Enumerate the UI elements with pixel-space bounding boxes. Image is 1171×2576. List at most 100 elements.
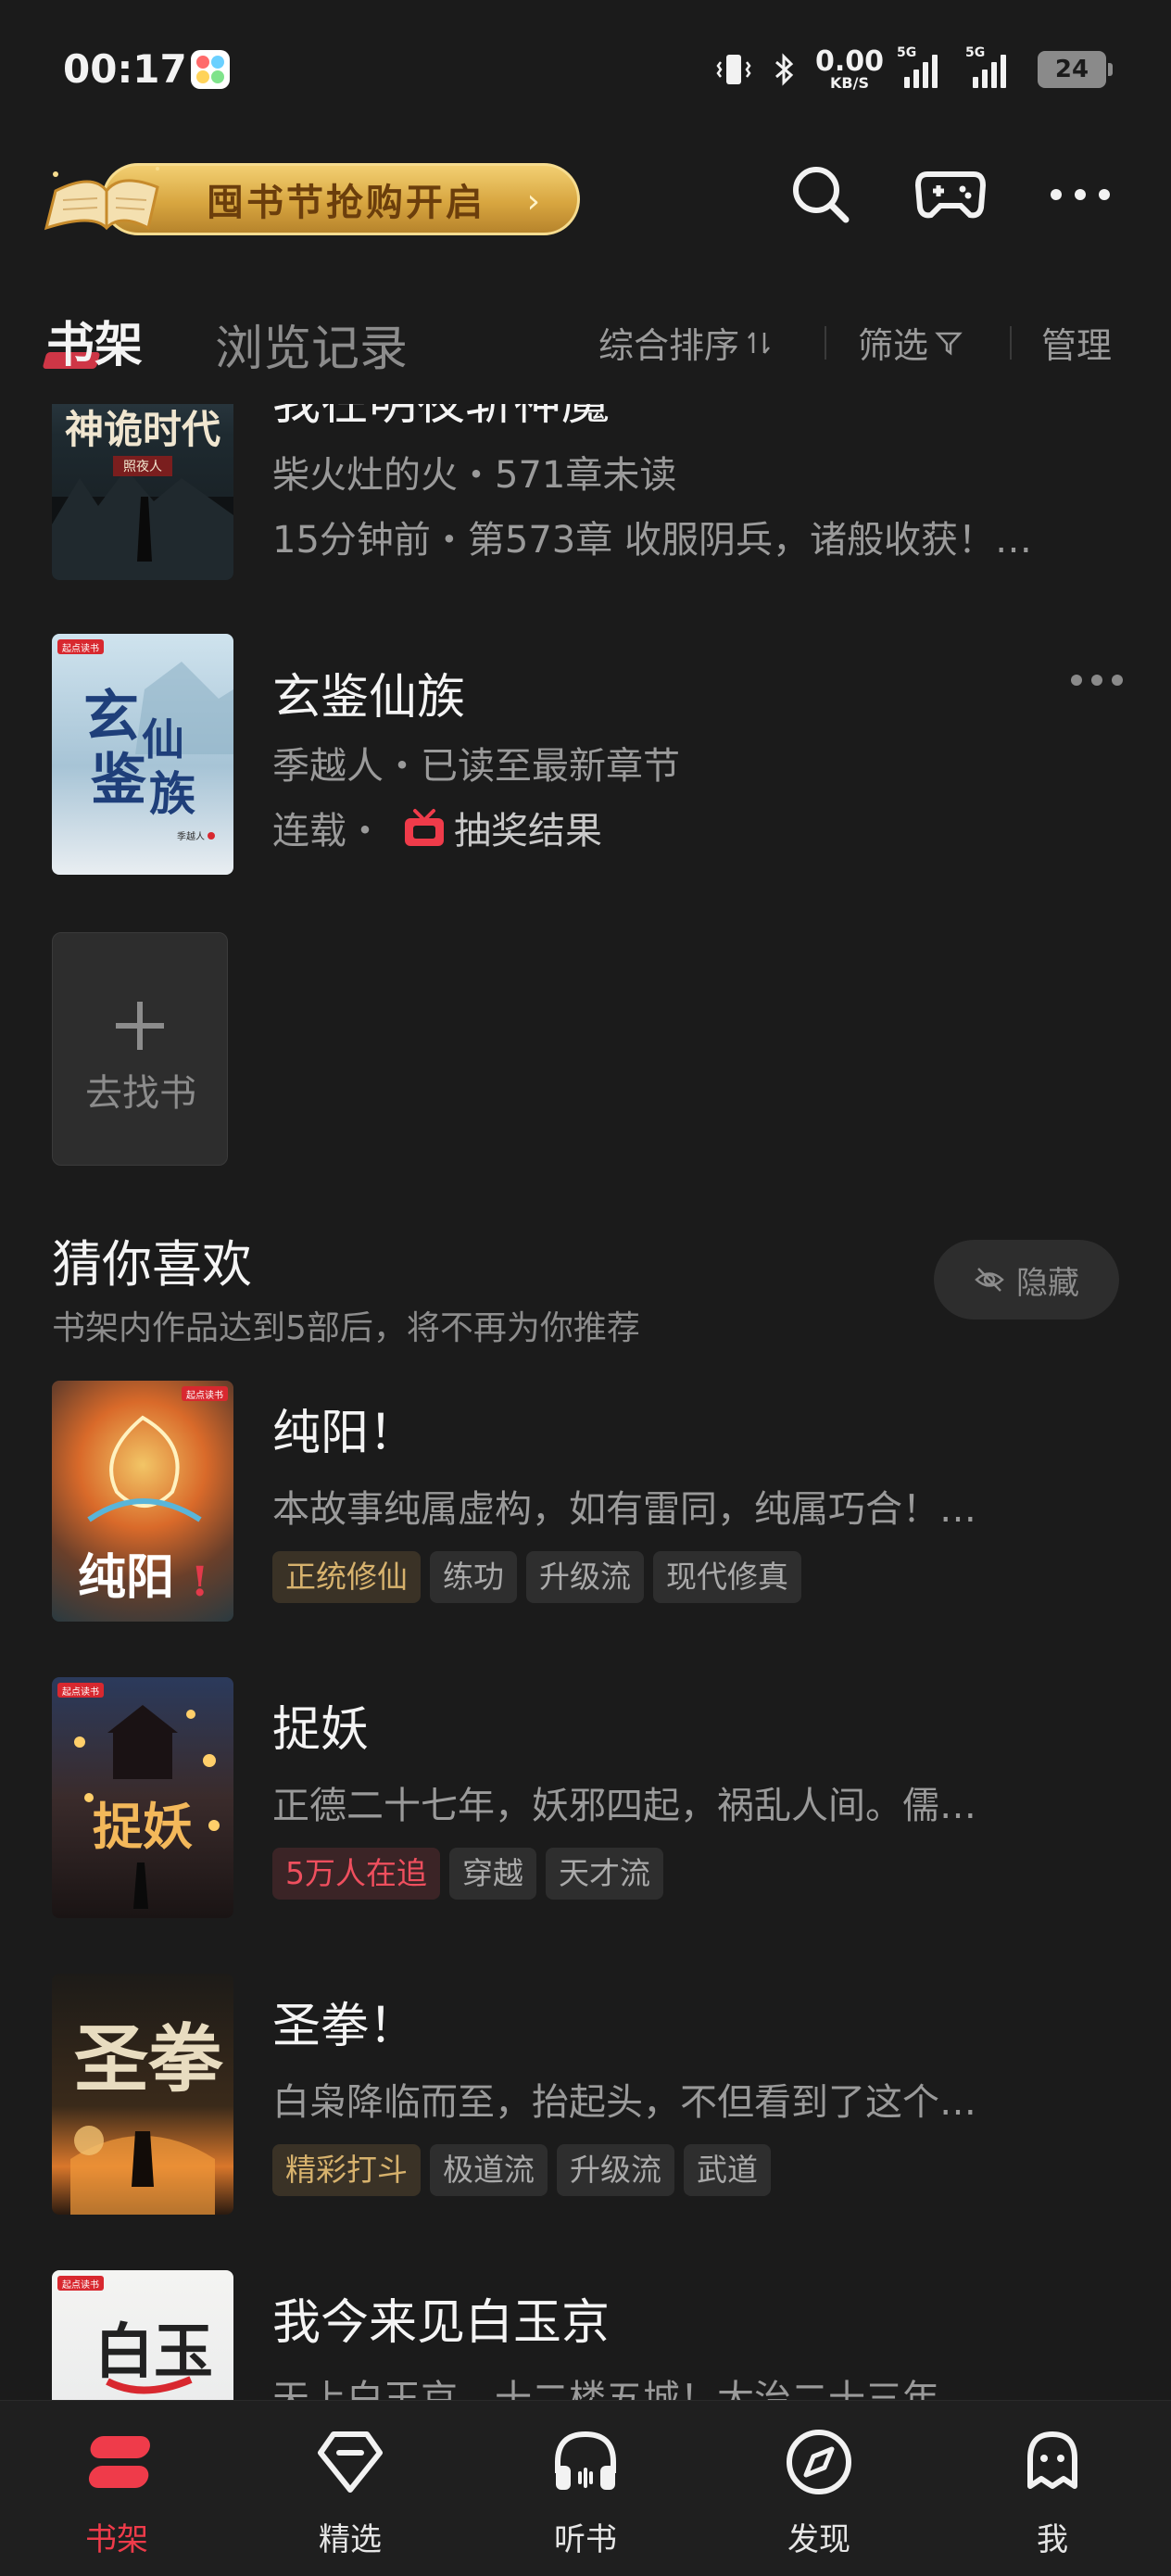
shelf-tabs: 书架 浏览记录 综合排序 筛选 管理 (0, 297, 1171, 389)
svg-text:神诡时代: 神诡时代 (65, 407, 220, 452)
book-more-button[interactable] (1071, 671, 1127, 689)
shelf-book-item[interactable]: 起点读书 玄 仙 鉴 族 季越人 玄鉴仙族 季越人・已读至最新章节 连载・ 抽奖… (52, 634, 1127, 884)
recommend-book-item[interactable]: 起点读书 捉妖 捉妖 正德二十七年，妖邪四起，祸乱人间。儒… 5万人在追 穿越 天才… (52, 1677, 1127, 1927)
eye-off-icon (975, 1268, 1004, 1292)
vibrate-icon (716, 55, 751, 84)
recommend-book-item[interactable]: 起点读书 纯阳 ! 纯阳！ 本故事纯属虚构，如有雷同，纯属巧合！… 正统修仙 练功… (52, 1381, 1127, 1631)
book-cover: 神诡时代 照夜人 (52, 404, 233, 580)
book-cover: 圣拳 (52, 1974, 233, 2215)
more-icon[interactable] (1043, 158, 1117, 232)
manage-button[interactable]: 管理 (1041, 317, 1112, 368)
book-tag[interactable]: 练功 (430, 1551, 517, 1603)
sort-icon (748, 331, 770, 354)
book-progress: 15分钟前・第573章 收服阴兵，诸般收获！… (272, 519, 1032, 562)
battery-icon: 24 (1038, 51, 1113, 88)
bluetooth-icon (774, 53, 794, 86)
signal-label: 5G (897, 45, 917, 60)
plus-icon (116, 1002, 164, 1050)
book-tag[interactable]: 武道 (684, 2144, 771, 2196)
divider (1010, 326, 1012, 360)
book-title: 捉妖 (272, 1702, 370, 1758)
book-tag[interactable]: 升级流 (557, 2144, 674, 2196)
sort-label: 综合排序 (598, 325, 740, 366)
hide-label: 隐藏 (1016, 1264, 1079, 1302)
network-speed: 0.00 KB/S (815, 48, 884, 91)
divider (825, 326, 826, 360)
tv-icon (405, 809, 444, 846)
bottom-navigation: 书架 精选 听书 发现 我 (0, 2400, 1171, 2576)
book-title: 圣拳！ (272, 1999, 418, 2054)
gamepad-icon[interactable] (913, 158, 988, 232)
find-book-button[interactable]: 去找书 (52, 932, 228, 1166)
book-tag[interactable]: 升级流 (526, 1551, 644, 1603)
app-notification-icon (191, 50, 230, 89)
svg-text:捉妖: 捉妖 (93, 1797, 193, 1856)
network-speed-value: 0.00 (814, 45, 884, 78)
chevron-right-icon: › (526, 183, 540, 221)
svg-text:起点读书: 起点读书 (62, 642, 99, 654)
nav-featured[interactable]: 精选 (267, 2401, 434, 2576)
book-title: 我今来见白玉京 (272, 2295, 611, 2351)
filter-icon (935, 332, 963, 355)
diamond-icon (318, 2431, 383, 2493)
signal-strength-icon: 5G (897, 45, 952, 88)
filter-button[interactable]: 筛选 (858, 317, 963, 368)
book-event-link[interactable]: 抽奖结果 (454, 801, 602, 854)
book-meta: 柴火灶的火・571章未读 (272, 454, 677, 497)
book-tag[interactable]: 5万人在追 (272, 1848, 440, 1900)
open-book-icon (44, 167, 159, 231)
book-tag[interactable]: 穿越 (449, 1848, 536, 1900)
tab-history[interactable]: 浏览记录 (215, 309, 408, 379)
svg-text:纯阳: 纯阳 (78, 1549, 174, 1606)
shelf-book-item[interactable]: 神诡时代 照夜人 我在明夜斩神魔 柴火灶的火・571章未读 15分钟前・第573… (52, 404, 1127, 580)
promo-banner[interactable]: 囤书节抢购开启 › (37, 154, 584, 239)
book-tag[interactable]: 天才流 (546, 1848, 663, 1900)
recommend-book-item[interactable]: 起点读书 白玉 我今来见白玉京 天上白玉京，十二楼五城！大治二十三年… (52, 2270, 1127, 2400)
nav-profile[interactable]: 我 (969, 2401, 1136, 2576)
nav-label: 听书 (554, 2521, 617, 2558)
battery-level: 24 (1054, 56, 1089, 83)
promo-text: 囤书节抢购开启 (207, 182, 485, 224)
book-tag[interactable]: 极道流 (430, 2144, 548, 2196)
book-tags: 5万人在追 穿越 天才流 (272, 1848, 673, 1900)
status-time: 00:17 (63, 46, 187, 92)
recommend-subtitle: 书架内作品达到5部后，将不再为你推荐 (52, 1309, 640, 1347)
book-description: 正德二十七年，妖邪四起，祸乱人间。儒… (272, 1785, 976, 1827)
book-title: 玄鉴仙族 (272, 670, 466, 726)
svg-text:起点读书: 起点读书 (186, 1389, 223, 1401)
search-icon[interactable] (784, 158, 858, 232)
svg-text:鉴: 鉴 (91, 748, 147, 813)
book-title: 我在明夜斩神魔 (272, 404, 610, 433)
svg-text:圣拳: 圣拳 (74, 2015, 224, 2102)
status-indicators: 0.00 KB/S 5G 5G 24 (713, 45, 1113, 93)
bookshelf-icon (88, 2436, 150, 2488)
book-tags: 正统修仙 练功 升级流 现代修真 (272, 1551, 811, 1603)
filter-label: 筛选 (858, 325, 929, 366)
book-tag[interactable]: 正统修仙 (272, 1551, 421, 1603)
status-bar: 00:17 0.00 KB/S 5G 5G 24 (0, 0, 1171, 139)
recommend-book-item[interactable]: 圣拳 圣拳！ 白枭降临而至，抬起头，不但看到了这个… 精彩打斗 极道流 升级流 武道 (52, 1974, 1127, 2224)
profile-icon (1027, 2431, 1077, 2489)
hide-recommend-button[interactable]: 隐藏 (934, 1240, 1119, 1320)
sort-button[interactable]: 综合排序 (598, 317, 773, 368)
nav-discover[interactable]: 发现 (736, 2401, 902, 2576)
nav-label: 发现 (787, 2521, 850, 2558)
recommend-title: 猜你喜欢 (52, 1235, 252, 1294)
book-tags: 精彩打斗 极道流 升级流 武道 (272, 2144, 780, 2196)
book-cover: 起点读书 捉妖 (52, 1677, 233, 1918)
book-description: 白枭降临而至，抬起头，不但看到了这个… (272, 2081, 976, 2124)
network-speed-unit: KB/S (830, 74, 869, 92)
book-status: 连载・ (272, 810, 384, 852)
find-book-label: 去找书 (85, 1072, 196, 1115)
book-tag[interactable]: 现代修真 (653, 1551, 801, 1603)
compass-icon (787, 2430, 851, 2494)
svg-text:季越人: 季越人 (177, 830, 205, 842)
signal-label: 5G (965, 45, 986, 60)
tab-shelf[interactable]: 书架 (46, 306, 143, 375)
nav-bookshelf[interactable]: 书架 (33, 2401, 200, 2576)
svg-text:玄: 玄 (83, 685, 139, 750)
nav-audiobook[interactable]: 听书 (502, 2401, 669, 2576)
book-tag[interactable]: 精彩打斗 (272, 2144, 421, 2196)
nav-label: 我 (1037, 2521, 1068, 2558)
svg-text:起点读书: 起点读书 (62, 1686, 99, 1698)
